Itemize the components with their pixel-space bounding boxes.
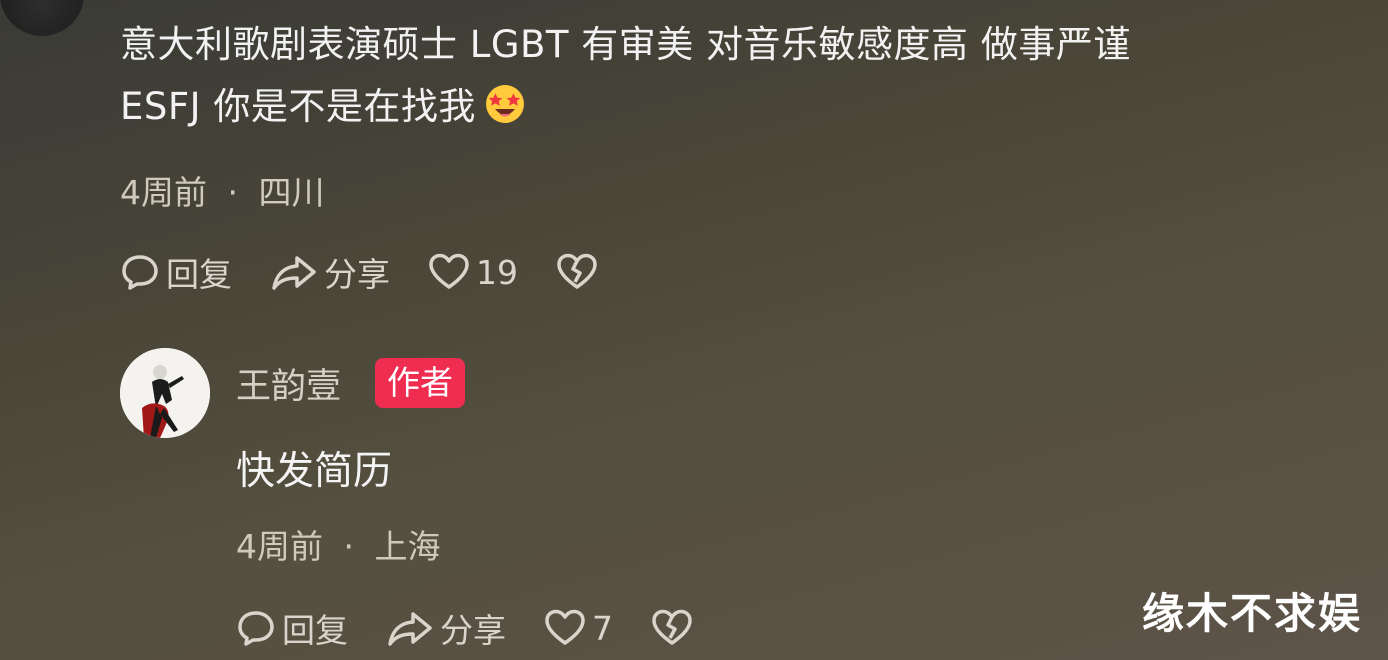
reply-button[interactable]: 回复 xyxy=(120,248,232,296)
author-avatar[interactable] xyxy=(120,348,210,438)
comment-text-line2: ESFJ 你是不是在找我 xyxy=(120,85,476,128)
author-badge: 作者 xyxy=(375,358,465,408)
comment-text-line2-wrap: ESFJ 你是不是在找我 xyxy=(120,76,1360,144)
reply-time: 4周前 xyxy=(236,527,323,566)
meta-separator: · xyxy=(227,173,239,212)
author-username[interactable]: 王韵壹 xyxy=(236,358,341,409)
star-struck-emoji-icon xyxy=(484,82,526,144)
like-button[interactable]: 19 xyxy=(428,252,518,292)
reply-share-button[interactable]: 分享 xyxy=(386,604,506,652)
reply-location: 上海 xyxy=(374,527,441,566)
comment-meta: 4周前 · 四川 xyxy=(120,166,325,214)
reply-text: 快发简历 xyxy=(236,449,393,494)
reply-meta: 4周前 · 上海 xyxy=(236,520,441,568)
share-arrow-icon xyxy=(388,612,432,646)
broken-heart-icon xyxy=(557,253,597,289)
heart-icon xyxy=(429,253,469,289)
heart-icon xyxy=(545,609,585,645)
comment-bubble-icon xyxy=(238,611,274,646)
meta-separator: · xyxy=(343,527,355,566)
reply-reply-button[interactable]: 回复 xyxy=(236,604,348,652)
share-label: 分享 xyxy=(324,255,390,294)
comment-text-line1: 意大利歌剧表演硕士 LGBT 有审美 对音乐敏感度高 做事严谨 xyxy=(120,23,1131,66)
comment-location: 四川 xyxy=(258,173,325,212)
watermark: 缘木不求娱 xyxy=(1141,589,1362,638)
like-count: 19 xyxy=(476,252,518,292)
broken-heart-icon xyxy=(652,609,692,645)
like-count: 7 xyxy=(592,608,613,648)
commenter-avatar[interactable] xyxy=(0,0,84,36)
dislike-button[interactable] xyxy=(556,252,604,292)
share-button[interactable]: 分享 xyxy=(270,248,390,296)
reply-like-button[interactable]: 7 xyxy=(544,608,613,648)
comment-actions: 回复 分享 19 xyxy=(120,248,642,296)
comment-text: 意大利歌剧表演硕士 LGBT 有审美 对音乐敏感度高 做事严谨 ESFJ 你是不… xyxy=(120,14,1360,144)
reply-label: 回复 xyxy=(166,255,232,294)
share-label: 分享 xyxy=(440,611,506,650)
reply-dislike-button[interactable] xyxy=(651,608,699,648)
reply-label: 回复 xyxy=(282,611,348,650)
reply-actions: 回复 分享 7 xyxy=(236,604,737,652)
comment-time: 4周前 xyxy=(120,173,207,212)
comment-bubble-icon xyxy=(122,255,158,290)
share-arrow-icon xyxy=(272,256,316,290)
